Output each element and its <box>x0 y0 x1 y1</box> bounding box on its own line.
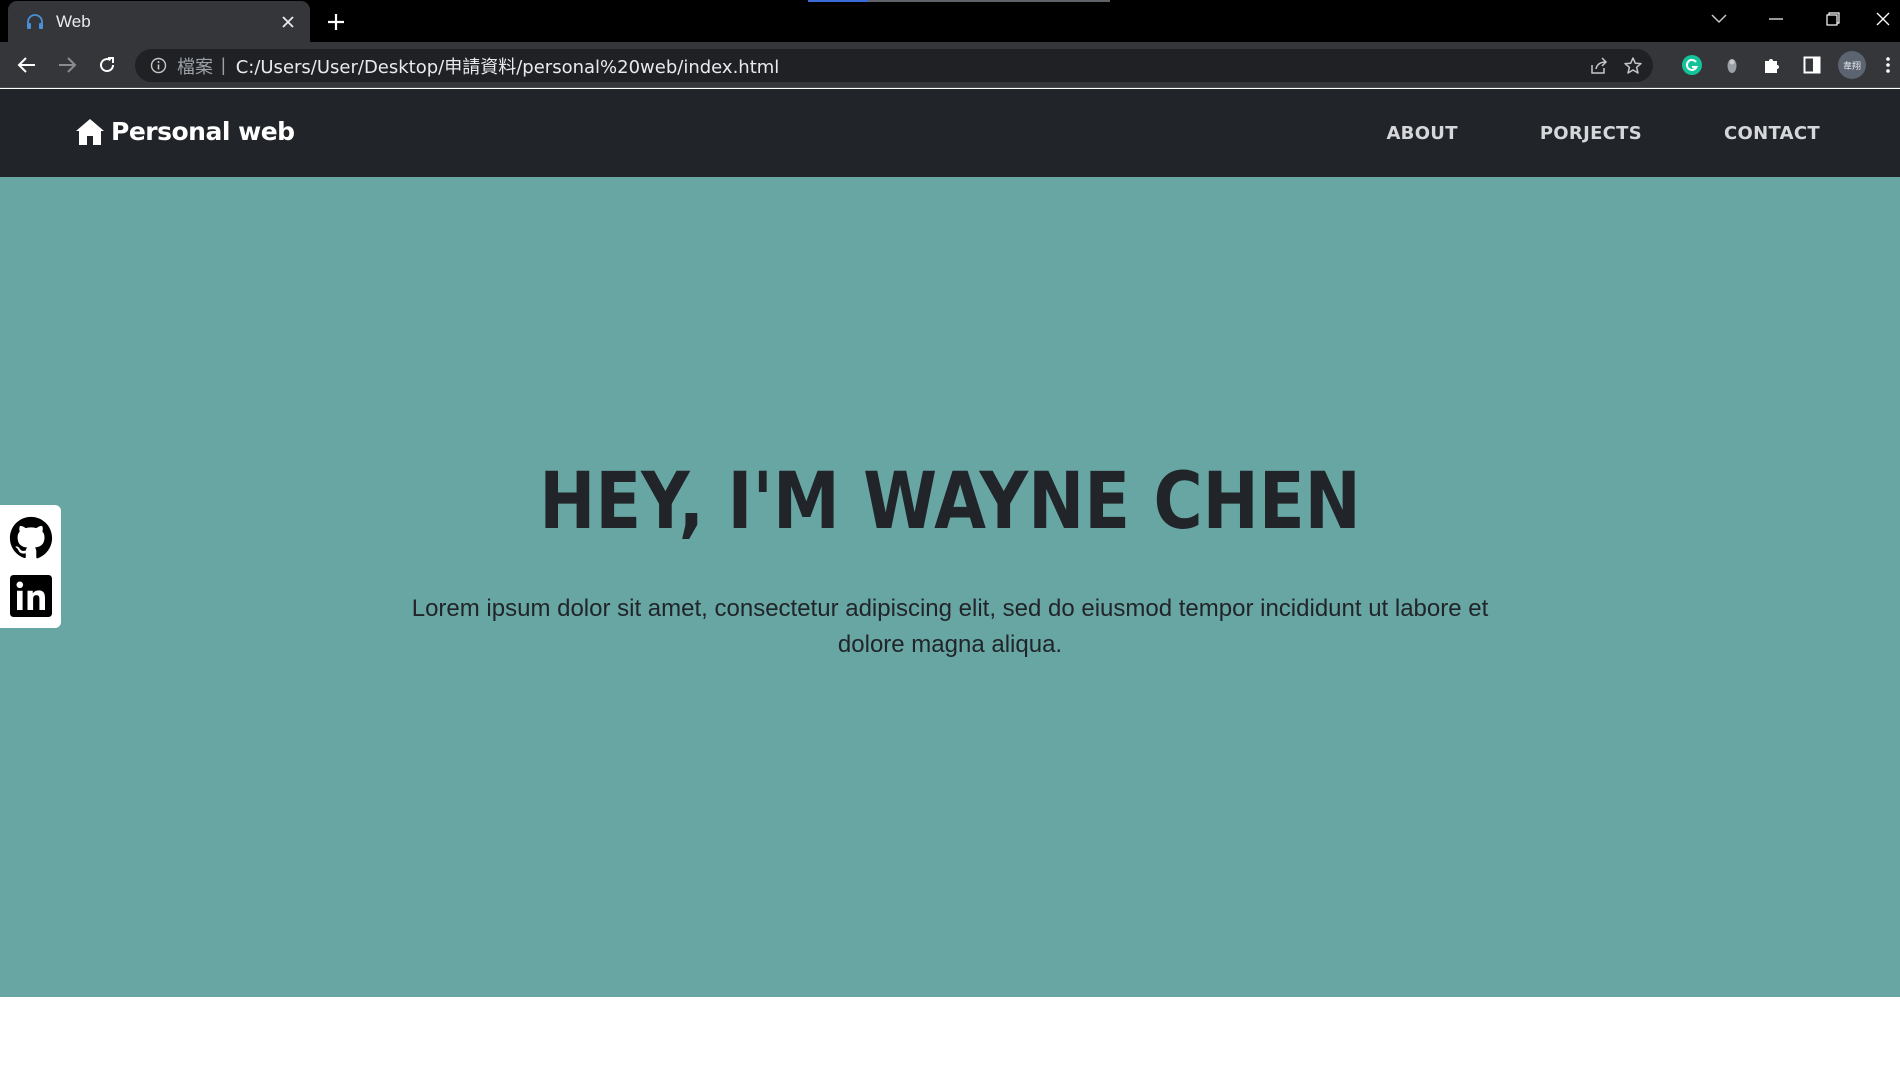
hero-title: HEY, I'M WAYNE CHEN <box>539 457 1361 547</box>
profile-label: 韋翔 <box>1842 61 1861 72</box>
nav-link-projects[interactable]: PORJECTS <box>1499 123 1683 144</box>
address-bar-actions <box>1589 49 1643 82</box>
grammarly-icon[interactable] <box>1676 49 1708 81</box>
browser-tab-strip: Web <box>0 0 1900 42</box>
side-panel-icon[interactable] <box>1796 49 1828 81</box>
github-icon <box>9 516 53 560</box>
address-separator: | <box>221 55 226 75</box>
back-button[interactable] <box>11 49 43 81</box>
linkedin-icon <box>9 574 52 617</box>
nav-link-contact[interactable]: CONTACT <box>1683 123 1820 144</box>
brand-name: Personal web <box>111 117 295 146</box>
linkedin-link[interactable] <box>8 573 54 619</box>
github-link[interactable] <box>8 515 54 561</box>
bookmark-star-icon[interactable] <box>1623 56 1643 76</box>
nav-link-about[interactable]: ABOUT <box>1345 123 1498 144</box>
extensions-puzzle-icon[interactable] <box>1756 49 1788 81</box>
hero-section: HEY, I'M WAYNE CHEN Lorem ipsum dolor si… <box>0 177 1900 997</box>
tab-search-chevron-icon[interactable] <box>1696 4 1742 34</box>
site-navbar: Personal web ABOUT PORJECTS CONTACT <box>0 89 1900 177</box>
tab-scroll-indicator <box>808 0 1110 2</box>
nav-links: ABOUT PORJECTS CONTACT <box>1345 89 1820 177</box>
scheme-label: 檔案 <box>177 56 213 78</box>
address-url[interactable]: C:/Users/User/Desktop/申請資料/personal%20we… <box>236 53 780 79</box>
close-icon[interactable] <box>276 10 300 34</box>
forward-button[interactable] <box>51 49 83 81</box>
headphones-icon <box>24 11 46 33</box>
address-bar[interactable]: 檔案 | C:/Users/User/Desktop/申請資料/personal… <box>135 49 1653 82</box>
window-close-button[interactable] <box>1866 4 1900 34</box>
web-page: Personal web ABOUT PORJECTS CONTACT HEY,… <box>0 89 1900 1069</box>
hero-subtitle: Lorem ipsum dolor sit amet, consectetur … <box>411 595 1489 658</box>
browser-toolbar: 檔案 | C:/Users/User/Desktop/申請資料/personal… <box>0 42 1900 88</box>
brand-link[interactable]: Personal web <box>75 117 295 146</box>
profile-avatar[interactable]: 韋翔 <box>1836 49 1868 81</box>
info-icon[interactable] <box>149 57 167 75</box>
restore-button[interactable] <box>1810 4 1856 34</box>
browser-tab-web[interactable]: Web <box>8 1 310 42</box>
social-links <box>0 505 61 628</box>
share-icon[interactable] <box>1589 56 1609 76</box>
browser-menu-icon[interactable] <box>1876 49 1900 81</box>
extension-icon[interactable] <box>1716 49 1748 81</box>
minimize-button[interactable] <box>1753 4 1799 34</box>
reload-button[interactable] <box>91 49 123 81</box>
home-icon <box>75 118 105 146</box>
tab-title: Web <box>56 11 91 31</box>
new-tab-button[interactable] <box>322 8 350 36</box>
